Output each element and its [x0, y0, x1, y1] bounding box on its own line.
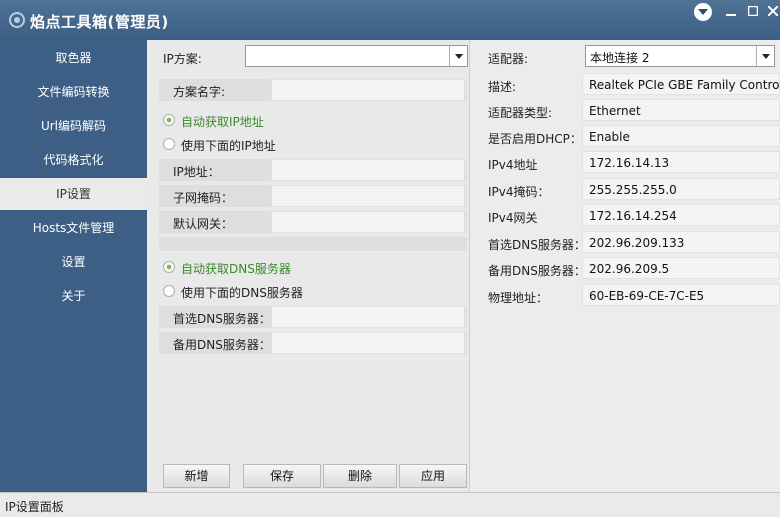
preferred-dns-label: 首选DNS服务器：: [173, 312, 271, 326]
ipv4-mask-value: 255.255.255.0: [589, 183, 677, 197]
preferred-dns-input[interactable]: [271, 306, 465, 328]
ipv4-gateway-value: 172.16.14.254: [589, 209, 677, 223]
menu-dropdown-icon[interactable]: [694, 3, 712, 21]
mac-address-value: 60-EB-69-CE-7C-E5: [589, 289, 705, 303]
manual-dns-label: 使用下面的DNS服务器: [181, 286, 303, 300]
sidebar: 取色器 文件编码转换 Url编码解码 代码格式化 IP设置 Hosts文件管理 …: [0, 40, 147, 492]
ip-address-label: IP地址：: [173, 165, 220, 179]
subnet-input[interactable]: [271, 185, 465, 207]
adapter-type-value: Ethernet: [589, 104, 641, 118]
add-button[interactable]: 新增: [163, 464, 230, 488]
minimize-button[interactable]: [720, 2, 742, 20]
subnet-label: 子网掩码：: [173, 191, 234, 205]
scheme-name-input[interactable]: [271, 79, 465, 101]
auto-dns-label: 自动获取DNS服务器: [181, 262, 291, 276]
app-logo-icon: [9, 12, 25, 28]
sidebar-item-url-encode[interactable]: Url编码解码: [0, 110, 147, 142]
ip-address-input[interactable]: [271, 159, 465, 181]
radio-unchecked-icon: [163, 138, 175, 150]
dhcp-label: 是否启用DHCP：: [488, 132, 582, 146]
sidebar-item-hosts[interactable]: Hosts文件管理: [0, 212, 147, 244]
ip-scheme-label: IP方案:: [163, 52, 202, 66]
save-button[interactable]: 保存: [243, 464, 321, 488]
adapter-type-label: 适配器类型:: [488, 106, 553, 120]
alternate-dns-info-value: 202.96.209.5: [589, 262, 670, 276]
radio-unchecked-icon: [163, 285, 175, 297]
alternate-dns-label: 备用DNS服务器：: [173, 338, 271, 352]
preferred-dns-info-value: 202.96.209.133: [589, 236, 685, 250]
ip-scheme-select[interactable]: [245, 45, 468, 67]
mac-address-label: 物理地址：: [488, 291, 549, 305]
adapter-info-panel: 适配器: 本地连接 2 描述: Realtek PCIe GBE Family …: [470, 40, 780, 492]
alternate-dns-input[interactable]: [271, 332, 465, 354]
ipv4-address-label: IPv4地址: [488, 158, 538, 172]
status-bar: IP设置面板: [0, 492, 780, 517]
adapter-label: 适配器:: [488, 52, 529, 66]
app-title: 焰点工具箱(管理员): [30, 13, 169, 31]
adapter-value: 本地连接 2: [590, 51, 650, 65]
description-label: 描述:: [488, 80, 517, 94]
ipv4-mask-label: IPv4掩码：: [488, 185, 550, 199]
radio-checked-icon: [163, 261, 175, 273]
chevron-down-icon[interactable]: [756, 46, 774, 66]
sidebar-item-code-format[interactable]: 代码格式化: [0, 144, 147, 176]
adapter-select[interactable]: 本地连接 2: [585, 45, 775, 67]
gateway-input[interactable]: [271, 211, 465, 233]
maximize-button[interactable]: [742, 2, 764, 20]
delete-button[interactable]: 删除: [323, 464, 397, 488]
description-value: Realtek PCIe GBE Family Controll: [589, 78, 779, 92]
scheme-name-label: 方案名字:: [173, 85, 226, 99]
spacer-row: [159, 237, 467, 251]
sidebar-item-ip-settings[interactable]: IP设置: [0, 178, 147, 210]
dhcp-value: Enable: [589, 130, 630, 144]
alternate-dns-info-label: 备用DNS服务器：: [488, 264, 586, 278]
auto-ip-label: 自动获取IP地址: [181, 115, 264, 129]
preferred-dns-info-label: 首选DNS服务器：: [488, 238, 586, 252]
sidebar-item-settings[interactable]: 设置: [0, 246, 147, 278]
ipv4-address-value: 172.16.14.13: [589, 156, 670, 170]
chevron-down-icon[interactable]: [449, 46, 467, 66]
manual-ip-label: 使用下面的IP地址: [181, 139, 276, 153]
gateway-label: 默认网关：: [173, 217, 234, 231]
sidebar-item-about[interactable]: 关于: [0, 280, 147, 312]
sidebar-item-file-encoding[interactable]: 文件编码转换: [0, 76, 147, 108]
ip-config-panel: IP方案: 方案名字: 自动获取IP地址 使用下面的IP地址 IP地址： 子网掩…: [147, 40, 470, 492]
close-button[interactable]: [762, 2, 780, 20]
sidebar-item-color-picker[interactable]: 取色器: [0, 42, 147, 74]
status-text: IP设置面板: [5, 500, 64, 514]
radio-checked-icon: [163, 114, 175, 126]
ipv4-gateway-label: IPv4网关: [488, 211, 538, 225]
title-bar: 焰点工具箱(管理员): [0, 0, 780, 40]
apply-button[interactable]: 应用: [399, 464, 467, 488]
